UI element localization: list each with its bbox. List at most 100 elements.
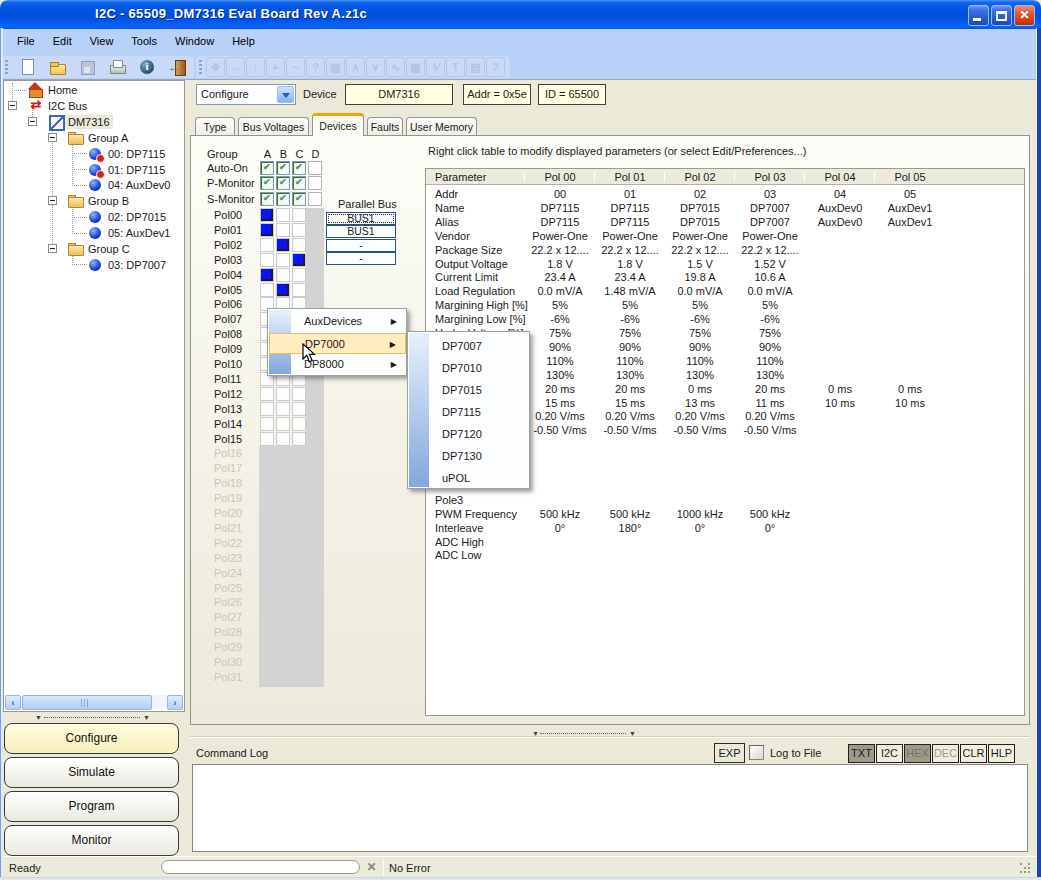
- scroll-left-button[interactable]: ‹: [5, 695, 21, 710]
- submenu-item-dp7010[interactable]: DP7010: [409, 357, 529, 379]
- tree-item-05-auxdev1[interactable]: 05: AuxDev1: [4, 225, 184, 241]
- tree-expander-icon[interactable]: [48, 196, 57, 205]
- column-header-parameter[interactable]: Parameter: [435, 171, 486, 183]
- pol-cell-pol01-A[interactable]: [260, 223, 274, 237]
- tab-devices[interactable]: Devices: [312, 113, 364, 136]
- exp-button[interactable]: EXP: [714, 743, 745, 763]
- group-checkbox-p-monitor-B[interactable]: [276, 176, 290, 190]
- tree-horizontal-scrollbar[interactable]: ‹ ›: [5, 695, 183, 710]
- toolbar-button-save[interactable]: [72, 57, 102, 77]
- pol-cell-pol13-B[interactable]: [276, 402, 290, 416]
- tree-item-02-dp7015[interactable]: 02: DP7015: [4, 209, 184, 225]
- tree-item-group-b[interactable]: Group B: [4, 193, 184, 209]
- pol-cell-pol12-B[interactable]: [276, 387, 290, 401]
- parallel-bus-item[interactable]: BUS1: [326, 225, 396, 238]
- toolbar-button-new-document[interactable]: [12, 57, 42, 77]
- simulate-button[interactable]: Simulate: [4, 757, 179, 788]
- group-checkbox-auto-on-C[interactable]: [292, 161, 306, 175]
- group-checkbox-s-monitor-D[interactable]: [308, 192, 322, 206]
- column-header-pol-05[interactable]: Pol 05: [875, 171, 945, 183]
- maximize-button[interactable]: [991, 5, 1012, 26]
- tree-item-dm7316[interactable]: DM7316: [4, 114, 184, 130]
- error-clear-icon[interactable]: ✕: [364, 860, 379, 875]
- tree-item-group-c[interactable]: Group C: [4, 241, 184, 257]
- group-checkbox-s-monitor-A[interactable]: [260, 192, 274, 206]
- tree-expander-icon[interactable]: [48, 244, 57, 253]
- pol-cell-pol02-A[interactable]: [260, 238, 274, 252]
- tree-expander-icon[interactable]: [8, 101, 17, 110]
- hlp-button[interactable]: HLP: [988, 744, 1015, 763]
- group-checkbox-auto-on-A[interactable]: [260, 161, 274, 175]
- menu-tools[interactable]: Tools: [122, 29, 166, 54]
- toolbar-button-info[interactable]: [132, 57, 162, 77]
- pol-cell-pol02-C[interactable]: [292, 238, 306, 252]
- left-panel-splitter[interactable]: ▼▼: [30, 714, 155, 721]
- pol-cell-pol15-A[interactable]: [260, 432, 274, 446]
- pol-cell-pol12-A[interactable]: [260, 387, 274, 401]
- i2c-button[interactable]: I2C: [876, 744, 903, 763]
- close-button[interactable]: ✕: [1014, 5, 1035, 26]
- pol-cell-pol13-C[interactable]: [292, 402, 306, 416]
- pol-cell-pol00-A[interactable]: [260, 208, 274, 222]
- tree-item-01-dp7115[interactable]: 01: DP7115: [4, 162, 184, 178]
- mode-combobox[interactable]: Configure: [196, 84, 296, 105]
- tree-item-home[interactable]: Home: [4, 82, 184, 98]
- pol-cell-pol13-A[interactable]: [260, 402, 274, 416]
- tree-expander-icon[interactable]: [28, 117, 37, 126]
- scroll-right-button[interactable]: ›: [167, 695, 183, 710]
- submenu-item-dp7115[interactable]: DP7115: [409, 401, 529, 423]
- menu-window[interactable]: Window: [166, 29, 223, 54]
- tree-item-i2c-bus[interactable]: ⇄I2C Bus: [4, 98, 184, 114]
- submenu-item-dp7007[interactable]: DP7007: [409, 335, 529, 357]
- pol-cell-pol03-B[interactable]: [276, 253, 290, 267]
- tree-item-group-a[interactable]: Group A: [4, 130, 184, 146]
- configure-button[interactable]: Configure: [4, 723, 179, 754]
- dec-button[interactable]: DEC: [932, 744, 959, 763]
- tree-item-03-dp7007[interactable]: 03: DP7007: [4, 257, 184, 273]
- pol-cell-pol04-B[interactable]: [276, 268, 290, 282]
- context-menu-item-dp8000[interactable]: DP8000▶: [269, 354, 406, 375]
- pol-cell-pol04-C[interactable]: [292, 268, 306, 282]
- pol-cell-pol05-B[interactable]: [276, 283, 290, 297]
- log-to-file-checkbox[interactable]: [749, 745, 764, 760]
- pol-cell-pol01-B[interactable]: [276, 223, 290, 237]
- scrollbar-thumb[interactable]: [22, 695, 152, 710]
- menu-edit[interactable]: Edit: [44, 29, 81, 54]
- menu-help[interactable]: Help: [223, 29, 264, 54]
- group-checkbox-p-monitor-D[interactable]: [308, 176, 322, 190]
- pol-cell-pol02-B[interactable]: [276, 238, 290, 252]
- pol-cell-pol15-C[interactable]: [292, 432, 306, 446]
- tab-faults[interactable]: Faults: [367, 117, 403, 136]
- menu-view[interactable]: View: [81, 29, 123, 54]
- pol-cell-pol14-C[interactable]: [292, 417, 306, 431]
- group-checkbox-auto-on-B[interactable]: [276, 161, 290, 175]
- pol-cell-pol14-B[interactable]: [276, 417, 290, 431]
- minimize-button[interactable]: [968, 5, 989, 26]
- toolbar-button-exit[interactable]: [162, 57, 192, 77]
- pol-cell-pol03-C[interactable]: [292, 253, 306, 267]
- pol-cell-pol00-C[interactable]: [292, 208, 306, 222]
- submenu-item-dp7130[interactable]: DP7130: [409, 445, 529, 467]
- pol-cell-pol04-A[interactable]: [260, 268, 274, 282]
- toolbar-button-print[interactable]: [102, 57, 132, 77]
- submenu-item-dp7120[interactable]: DP7120: [409, 423, 529, 445]
- column-header-pol-01[interactable]: Pol 01: [595, 171, 665, 183]
- log-panel-splitter[interactable]: ▼▼: [528, 730, 640, 737]
- tree-item-00-dp7115[interactable]: 00: DP7115: [4, 146, 184, 162]
- column-header-pol-00[interactable]: Pol 00: [525, 171, 595, 183]
- menu-file[interactable]: File: [8, 29, 44, 54]
- column-header-pol-04[interactable]: Pol 04: [805, 171, 875, 183]
- pol-cell-pol00-B[interactable]: [276, 208, 290, 222]
- submenu-item-upol[interactable]: uPOL: [409, 467, 529, 489]
- tab-type[interactable]: Type: [195, 117, 235, 136]
- pol-cell-pol03-A[interactable]: [260, 253, 274, 267]
- pol-cell-pol01-C[interactable]: [292, 223, 306, 237]
- toolbar-button-open-folder[interactable]: [42, 57, 72, 77]
- tree-expander-icon[interactable]: [48, 133, 57, 142]
- column-header-pol-03[interactable]: Pol 03: [735, 171, 805, 183]
- group-checkbox-p-monitor-C[interactable]: [292, 176, 306, 190]
- tree-item-04-auxdev0[interactable]: 04: AuxDev0: [4, 177, 184, 193]
- context-menu-item-auxdevices[interactable]: AuxDevices▶: [269, 311, 406, 332]
- parallel-bus-item[interactable]: -: [326, 239, 396, 252]
- command-log-output[interactable]: [192, 764, 1028, 852]
